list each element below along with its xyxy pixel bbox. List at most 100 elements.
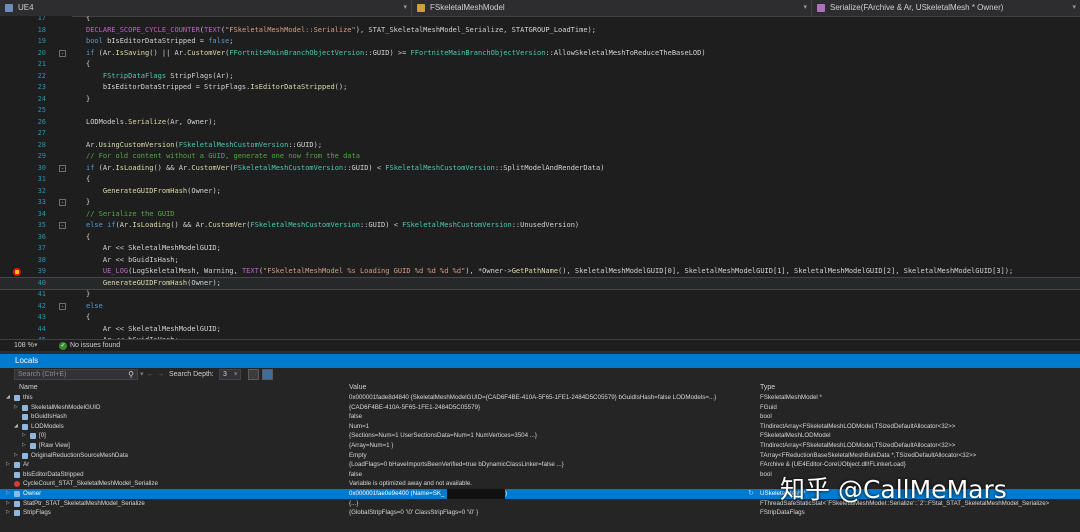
locals-row[interactable]: ▷ [0] {Sections=Num=1 UserSectionsData=Num… bbox=[0, 431, 1080, 441]
locals-row[interactable]: ▷ SkeletalMeshModelGUID {CAD6F4BE-410A-5F6… bbox=[0, 403, 1080, 413]
arrow-right-icon[interactable]: → bbox=[157, 368, 164, 382]
code-token: ::GUID) < bbox=[343, 163, 386, 172]
locals-value[interactable]: false bbox=[349, 412, 744, 422]
locals-row[interactable]: ▷ [Raw View] {Array=Num=1 } TIndirectArray<… bbox=[0, 441, 1080, 451]
locals-row[interactable]: ▷ Ar {LoadFlags=0 bHaveImportsBeenVerified… bbox=[0, 460, 1080, 470]
project-dropdown[interactable]: UE4 ▾ bbox=[0, 0, 412, 16]
code-line[interactable]: 41} bbox=[0, 289, 1080, 301]
code-line[interactable]: 39 UE_LOG(LogSkeletalMesh, Warning, TEXT… bbox=[0, 266, 1080, 278]
search-dropdown-icon[interactable]: ▾ bbox=[140, 368, 144, 382]
code-line[interactable]: 34 // Serialize the GUID bbox=[0, 209, 1080, 221]
code-token: ::GUID) >= bbox=[364, 48, 411, 57]
locals-value[interactable]: 0x000001fade8d4840 {SkeletalMeshModelGUI… bbox=[349, 393, 744, 403]
locals-value[interactable]: Empty bbox=[349, 451, 744, 461]
expand-icon[interactable]: ▷ bbox=[14, 403, 18, 413]
code-line[interactable]: 24} bbox=[0, 94, 1080, 106]
breakpoint-icon[interactable] bbox=[13, 268, 21, 276]
locals-name: Owner bbox=[23, 490, 42, 497]
code-line[interactable]: 32 GenerateGUIDFromHash(Owner); bbox=[0, 186, 1080, 198]
locals-value[interactable]: Num=1 bbox=[349, 422, 744, 432]
code-line[interactable]: 23 bIsEditorDataStripped = StripFlags.Is… bbox=[0, 82, 1080, 94]
code-editor[interactable]: 17 {18 DECLARE_SCOPE_CYCLE_COUNTER(TEXT("F… bbox=[0, 16, 1080, 339]
check-icon: ✓ bbox=[59, 342, 67, 350]
locals-value[interactable]: false bbox=[349, 470, 744, 480]
code-line[interactable]: 19 bool bIsEditorDataStripped = false; bbox=[0, 36, 1080, 48]
search-input[interactable]: Search (Ctrl+E) ⚲ bbox=[14, 369, 138, 380]
locals-type: TIndirectArray<FSkeletalMeshLODModel,TSi… bbox=[760, 422, 956, 430]
locals-value[interactable]: {...} bbox=[349, 499, 744, 509]
locals-value[interactable]: Variable is optimized away and not avail… bbox=[349, 479, 744, 489]
locals-value[interactable]: {Sections=Num=1 UserSectionsData=Num=1 N… bbox=[349, 431, 744, 441]
line-number: 19 bbox=[37, 37, 46, 45]
code-line[interactable]: 44 Ar << SkeletalMeshModelGUID; bbox=[0, 324, 1080, 336]
code-line[interactable]: 33 -} bbox=[0, 197, 1080, 209]
hierarchy-toggle-icon[interactable] bbox=[262, 369, 273, 380]
search-icon[interactable]: ⚲ bbox=[128, 370, 134, 380]
code-line[interactable]: 27 bbox=[0, 128, 1080, 140]
member-dropdown[interactable]: Serialize(FArchive & Ar, USkeletalMesh *… bbox=[812, 0, 1080, 16]
locals-name: LODModels bbox=[31, 422, 64, 430]
code-line[interactable]: 31 { bbox=[0, 174, 1080, 186]
locals-value[interactable]: 0x000001fae0e9e400 (Name=SK_ bbox=[349, 489, 744, 499]
locals-row[interactable]: ◢ LODModels Num=1 TIndirectArray<FSkeletalM… bbox=[0, 422, 1080, 432]
locals-row[interactable]: ◢ this 0x000001fade8d4840 {SkeletalMeshMod… bbox=[0, 393, 1080, 403]
code-token: (Ar. bbox=[115, 221, 133, 229]
code-line[interactable]: 42 - else bbox=[0, 301, 1080, 313]
code-line[interactable]: 37 Ar << SkeletalMeshModelGUID; bbox=[0, 243, 1080, 255]
code-line[interactable]: 17 { bbox=[0, 16, 1080, 25]
expand-icon[interactable]: ▷ bbox=[14, 451, 18, 461]
code-token: ), *Owner-> bbox=[465, 267, 512, 275]
code-line[interactable]: 20 - if (Ar.IsSaving() || Ar.CustomVer(FFo… bbox=[0, 48, 1080, 60]
class-dropdown[interactable]: FSkeletalMeshModel ▾ bbox=[412, 0, 812, 16]
locals-row[interactable]: ▷ StripFlags {GlobalStripFlags=0 '\0' Clas… bbox=[0, 508, 1080, 518]
fold-toggle-icon[interactable]: - bbox=[59, 49, 66, 57]
expand-icon[interactable]: ▷ bbox=[6, 499, 10, 509]
column-type-header[interactable]: Type bbox=[760, 382, 775, 393]
locals-value[interactable]: {Array=Num=1 } bbox=[349, 441, 744, 451]
code-line[interactable]: 26 LODModels.Serialize(Ar, Owner); bbox=[0, 117, 1080, 129]
locals-value[interactable]: {CAD6F4BE-410A-5F65-1FE1-2484D5C05579} bbox=[349, 403, 744, 413]
locals-row[interactable]: bGuidIsHash false bool bbox=[0, 412, 1080, 422]
arrow-left-icon[interactable]: ← bbox=[147, 368, 154, 382]
code-line[interactable]: 18 DECLARE_SCOPE_CYCLE_COUNTER(TEXT("FSke… bbox=[0, 25, 1080, 37]
expand-icon[interactable]: ▷ bbox=[6, 460, 10, 470]
collapse-icon[interactable]: ◢ bbox=[14, 422, 18, 432]
code-line[interactable]: 35 - else if(Ar.IsLoading() && Ar.CustomVe… bbox=[0, 220, 1080, 232]
fold-toggle-icon[interactable]: - bbox=[59, 164, 66, 172]
code-token: FStripDataFlags bbox=[86, 71, 167, 80]
view-toggle-icon[interactable] bbox=[248, 369, 259, 380]
chevron-down-icon[interactable]: ▾ bbox=[234, 368, 238, 382]
expand-icon[interactable]: ▷ bbox=[22, 441, 26, 451]
code-line[interactable]: 43 { bbox=[0, 312, 1080, 324]
expand-icon[interactable]: ▷ bbox=[6, 508, 10, 518]
column-value-header[interactable]: Value bbox=[349, 382, 366, 393]
code-line[interactable]: 22 FStripDataFlags StripFlags(Ar); bbox=[0, 71, 1080, 83]
fold-toggle-icon[interactable]: - bbox=[59, 302, 66, 310]
code-line[interactable]: 40 GenerateGUIDFromHash(Owner); bbox=[0, 276, 1080, 290]
locals-name: StatPtr_STAT_SkeletalMeshModel_Serialize bbox=[23, 499, 145, 507]
locals-value[interactable]: {LoadFlags=0 bHaveImportsBeenVerified=tr… bbox=[349, 460, 744, 470]
refresh-icon[interactable]: ↻ bbox=[748, 489, 754, 499]
locals-row[interactable]: ▷ OriginalReductionSourceMeshData Empty TAr… bbox=[0, 451, 1080, 461]
code-line[interactable]: 38 Ar << bGuidIsHash; bbox=[0, 255, 1080, 267]
code-line[interactable]: 29 // For old content without a GUID, gen… bbox=[0, 151, 1080, 163]
code-line[interactable]: 30 - if (Ar.IsLoading() && Ar.CustomVer(FS… bbox=[0, 163, 1080, 175]
expand-icon[interactable]: ▷ bbox=[6, 489, 10, 499]
line-number: 35 bbox=[37, 221, 46, 229]
code-line[interactable]: 21 { bbox=[0, 59, 1080, 71]
fold-toggle-icon[interactable]: - bbox=[59, 199, 66, 206]
code-line[interactable]: 36 { bbox=[0, 232, 1080, 244]
line-number: 29 bbox=[37, 152, 46, 160]
code-text: if (Ar.IsLoading() && Ar.CustomVer(FSkel… bbox=[86, 163, 604, 175]
fold-toggle-icon[interactable]: - bbox=[59, 222, 66, 229]
collapse-icon[interactable]: ◢ bbox=[6, 393, 10, 403]
locals-name: StripFlags bbox=[23, 509, 51, 517]
code-token: LODModels. bbox=[86, 117, 129, 126]
code-line[interactable]: 25 bbox=[0, 105, 1080, 117]
expand-icon[interactable]: ▷ bbox=[22, 431, 26, 441]
locals-grid[interactable]: ◢ this 0x000001fade8d4840 {SkeletalMeshMod… bbox=[0, 393, 1080, 532]
locals-value[interactable]: {GlobalStripFlags=0 '\0' ClassStripFlags… bbox=[349, 508, 744, 518]
code-token: bool bbox=[86, 37, 103, 45]
code-line[interactable]: 28 Ar.UsingCustomVersion(FSkeletalMeshCus… bbox=[0, 140, 1080, 152]
column-name-header[interactable]: Name bbox=[19, 382, 38, 393]
